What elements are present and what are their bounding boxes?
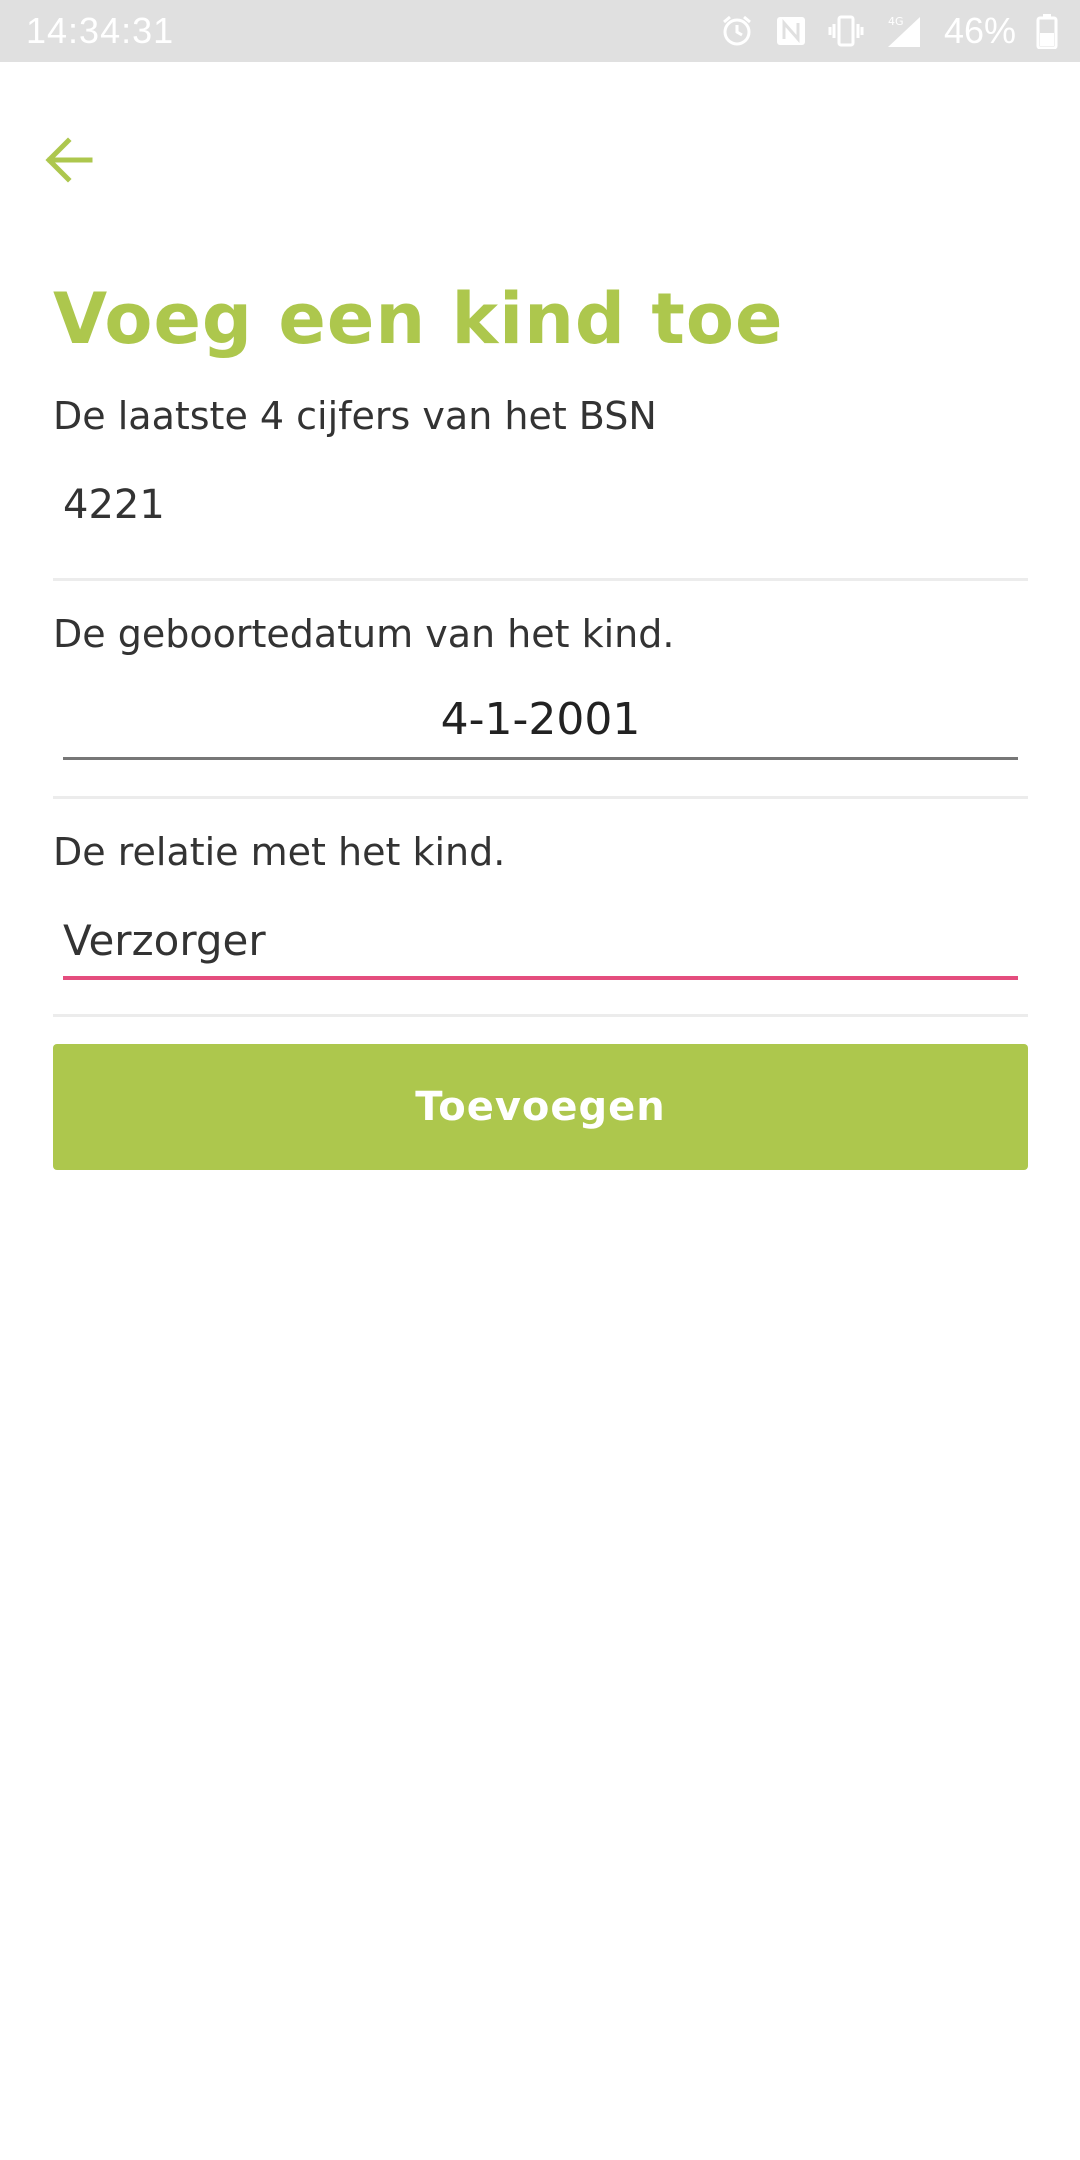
alarm-icon <box>720 14 754 48</box>
relation-input[interactable]: Verzorger <box>63 910 1018 980</box>
svg-text:4G: 4G <box>888 15 904 28</box>
signal-4g-icon: 4G <box>884 13 924 49</box>
bsn-input[interactable]: 4221 <box>63 482 165 528</box>
relation-label: De relatie met het kind. <box>53 830 506 874</box>
nfc-icon <box>774 14 808 48</box>
battery-icon <box>1036 13 1058 49</box>
birthdate-label: De geboortedatum van het kind. <box>53 612 675 656</box>
divider <box>53 578 1028 581</box>
arrow-left-icon <box>45 137 93 183</box>
status-time: 14:34:31 <box>26 10 175 51</box>
back-button[interactable] <box>40 130 100 190</box>
birthdate-input[interactable]: 4-1-2001 <box>63 690 1018 760</box>
divider <box>53 1014 1028 1017</box>
status-icons: 4G 46% <box>720 8 1058 54</box>
status-bar: 14:34:31 4G 46% <box>0 0 1080 62</box>
birthdate-value: 4-1-2001 <box>440 694 641 745</box>
vibrate-icon <box>828 14 864 48</box>
page-title: Voeg een kind toe <box>53 278 784 360</box>
bsn-label: De laatste 4 cijfers van het BSN <box>53 394 657 438</box>
relation-value: Verzorger <box>63 916 266 965</box>
divider <box>53 796 1028 799</box>
add-child-button[interactable]: Toevoegen <box>53 1044 1028 1170</box>
battery-percentage: 46% <box>943 10 1016 51</box>
